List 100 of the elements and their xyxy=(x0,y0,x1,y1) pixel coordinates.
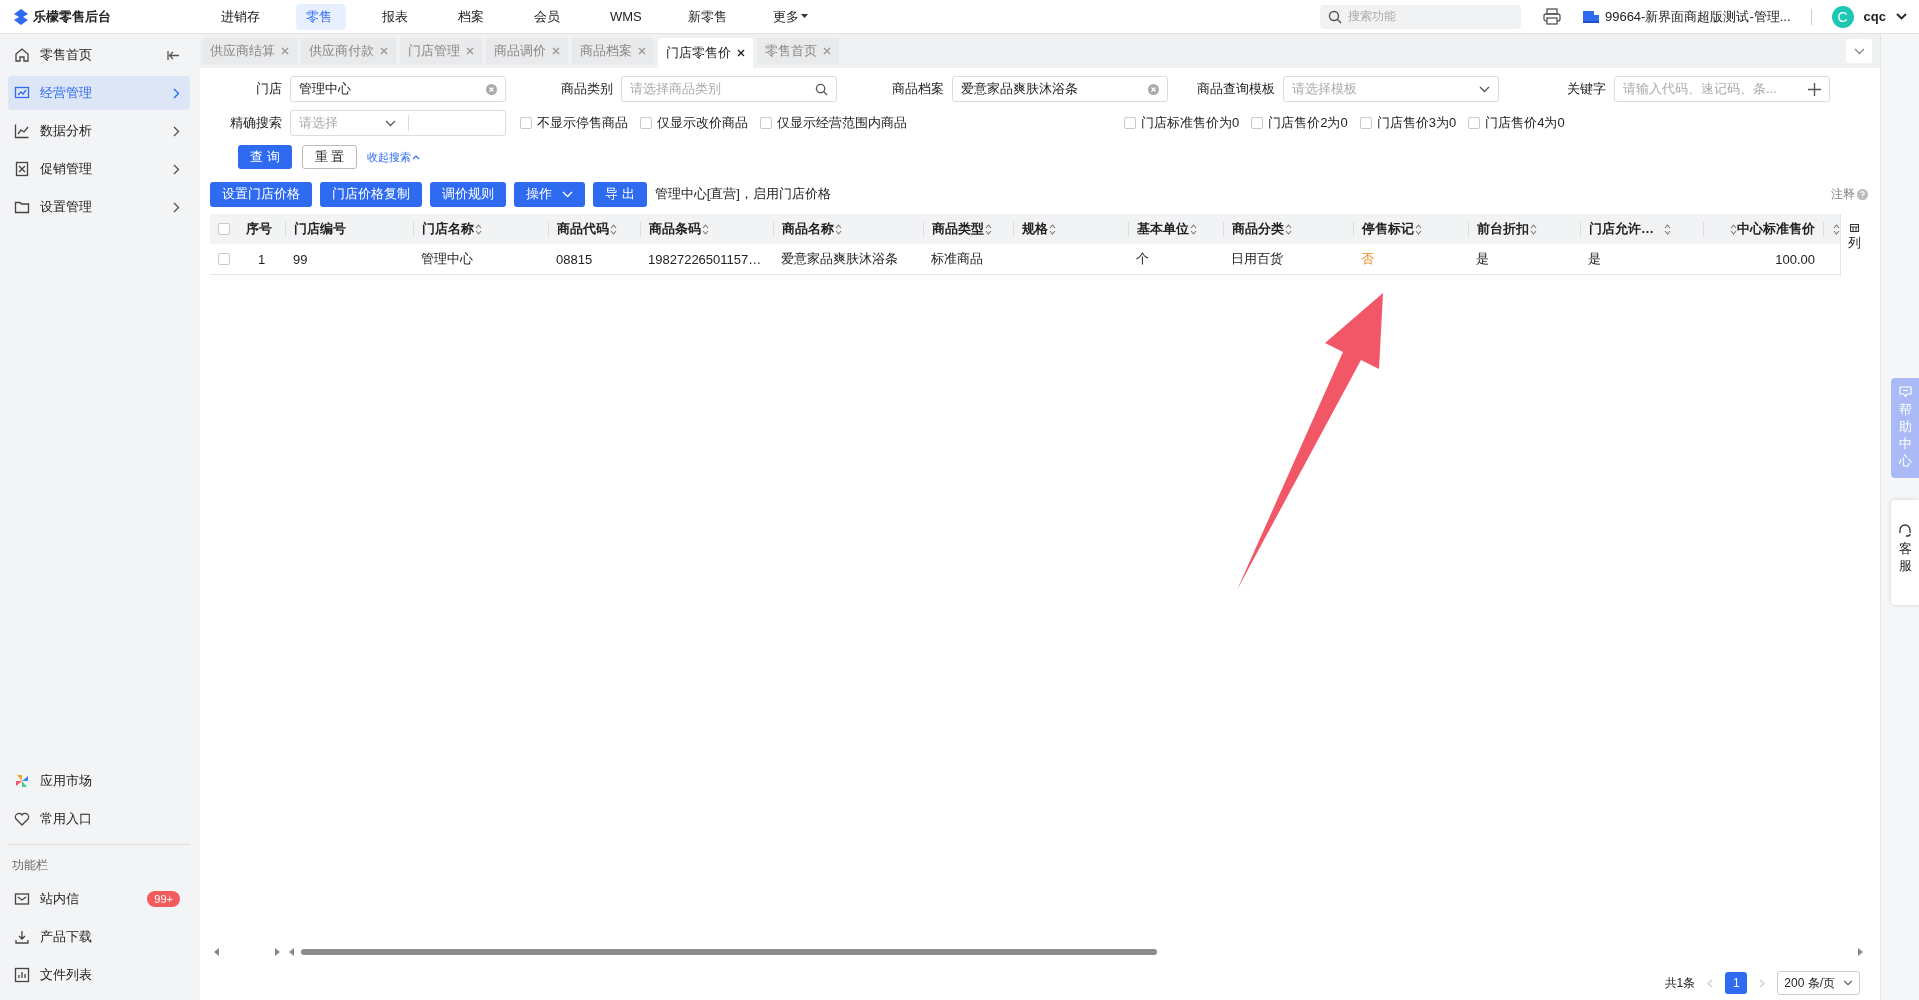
pinwheel-icon xyxy=(14,773,30,789)
sort-icon[interactable] xyxy=(1664,223,1671,235)
scroll-right-icon[interactable] xyxy=(1858,948,1864,956)
page-size-dropdown[interactable]: 200 条/页 xyxy=(1777,971,1860,995)
note-link[interactable]: 注释 xyxy=(1831,185,1868,203)
chevron-down-icon xyxy=(1843,980,1853,986)
nav-tab[interactable]: 零售 xyxy=(296,3,346,30)
download-icon xyxy=(14,929,30,945)
clear-icon[interactable] xyxy=(1148,83,1159,95)
collapse-sidebar-icon[interactable] xyxy=(167,49,180,61)
sidebar-shortcut[interactable]: 应用市场 xyxy=(8,764,190,798)
chevron-down-icon xyxy=(1479,85,1490,93)
nav-tab[interactable]: 档案 xyxy=(448,3,498,30)
filter-checkbox[interactable]: 仅显示改价商品 xyxy=(640,114,748,132)
bar-chart-icon xyxy=(14,967,30,983)
scrollbar-thumb[interactable] xyxy=(301,949,1157,955)
sort-icon[interactable] xyxy=(1190,223,1197,235)
dropdown-button[interactable]: 操作 xyxy=(514,181,585,207)
home-icon xyxy=(14,47,30,63)
collapse-search-link[interactable]: 收起搜索 xyxy=(367,149,421,165)
sidebar-item[interactable]: 经营管理 xyxy=(8,76,190,110)
scroll-right-icon[interactable] xyxy=(275,948,281,956)
receipt-icon xyxy=(14,161,30,177)
product-field[interactable]: 爱意家品爽肤沐浴条 xyxy=(952,76,1168,102)
column-settings-button[interactable]: 列 xyxy=(1840,214,1868,276)
sort-icon[interactable] xyxy=(835,223,842,235)
sidebar-item[interactable]: 零售首页 xyxy=(8,38,190,72)
clear-icon[interactable] xyxy=(486,83,497,95)
table-cell: 100.00 xyxy=(1775,251,1815,267)
field-label: 精确搜索 xyxy=(229,114,283,132)
printer-icon[interactable] xyxy=(1542,8,1561,25)
sidebar-tool[interactable]: 文件列表 xyxy=(8,958,190,992)
nav-tab[interactable]: 更多 xyxy=(762,3,818,30)
sidebar-shortcut[interactable]: 常用入口 xyxy=(8,802,190,836)
column-header: 中心标准售价 xyxy=(1737,220,1815,238)
chevron-down-icon xyxy=(1853,47,1865,55)
headset-icon xyxy=(1898,524,1912,537)
sort-icon[interactable] xyxy=(702,223,709,235)
column-header: 停售标记 xyxy=(1362,220,1414,238)
store-field[interactable]: 管理中心 xyxy=(290,76,506,102)
user-name[interactable]: cqc xyxy=(1863,9,1886,24)
sort-icon[interactable] xyxy=(1833,223,1840,235)
sort-icon[interactable] xyxy=(475,223,482,235)
nav-tab[interactable]: 报表 xyxy=(372,3,422,30)
chat-icon xyxy=(1898,386,1912,398)
action-button[interactable]: 调价规则 xyxy=(430,181,506,207)
nav-tab[interactable]: 新零售 xyxy=(677,3,737,30)
filter-checkbox[interactable]: 门店售价2为0 xyxy=(1251,114,1348,132)
search-icon[interactable] xyxy=(815,82,828,96)
query-button[interactable]: 查 询 xyxy=(238,145,292,169)
table-cell: 爱意家品爽肤沐浴条 xyxy=(781,250,898,268)
column-header: 商品条码 xyxy=(649,220,701,238)
table-cell: 08815 xyxy=(556,251,593,267)
close-icon[interactable] xyxy=(737,49,745,57)
action-button[interactable]: 设置门店价格 xyxy=(210,181,312,207)
scroll-left-icon[interactable] xyxy=(289,948,295,956)
chevron-right-icon xyxy=(173,201,180,213)
filter-checkbox[interactable]: 仅显示经营范围内商品 xyxy=(760,114,907,132)
row-checkbox[interactable] xyxy=(218,253,230,265)
table-cell: 是 xyxy=(1476,250,1489,268)
customer-service-tab[interactable]: 客服 xyxy=(1891,500,1919,605)
filter-checkbox[interactable]: 不显示停售商品 xyxy=(520,114,628,132)
plus-icon[interactable] xyxy=(1808,82,1821,96)
chevron-right-icon xyxy=(173,87,180,99)
filter-checkbox[interactable]: 门店售价3为0 xyxy=(1359,114,1457,132)
action-button[interactable]: 导 出 xyxy=(593,181,647,207)
table-cell: 日用百货 xyxy=(1231,250,1283,268)
filter-checkbox[interactable]: 门店标准售价为0 xyxy=(1124,114,1240,132)
sort-icon[interactable] xyxy=(1530,223,1537,235)
table-cell: 个 xyxy=(1136,250,1149,268)
page-tab[interactable]: 门店零售价 xyxy=(658,38,753,68)
sort-icon[interactable] xyxy=(985,223,992,235)
select-all-checkbox[interactable] xyxy=(218,223,230,235)
column-header: 前台折扣 xyxy=(1477,220,1529,238)
sort-icon[interactable] xyxy=(1049,223,1056,235)
table-cell: 99 xyxy=(293,251,308,267)
logo-icon xyxy=(14,8,28,25)
nav-tab[interactable]: WMS xyxy=(600,3,652,30)
page-number[interactable]: 1 xyxy=(1725,972,1748,994)
store-name[interactable]: 99664-新界面商超版测试-管理... xyxy=(1604,7,1791,26)
nav-tab[interactable]: 进销存 xyxy=(211,3,270,30)
chevron-up-icon xyxy=(412,154,421,160)
sidebar-item[interactable]: 数据分析 xyxy=(8,114,190,148)
action-button[interactable]: 门店价格复制 xyxy=(320,181,422,207)
sort-icon[interactable] xyxy=(1730,223,1737,235)
sidebar-tool[interactable]: 站内信 99+ xyxy=(8,882,190,916)
app-title: 乐檬零售后台 xyxy=(33,7,111,26)
sort-icon[interactable] xyxy=(1285,223,1292,235)
chevron-down-icon[interactable] xyxy=(1896,13,1907,20)
column-header: 商品类型 xyxy=(932,220,984,238)
sidebar-item[interactable]: 促销管理 xyxy=(8,152,190,186)
filter-checkbox[interactable]: 门店售价4为0 xyxy=(1468,114,1565,132)
sidebar-item[interactable]: 设置管理 xyxy=(8,190,190,224)
scroll-left-icon[interactable] xyxy=(214,948,220,956)
reset-button[interactable]: 重 置 xyxy=(301,145,358,169)
sort-icon[interactable] xyxy=(1415,223,1422,235)
sort-icon[interactable] xyxy=(610,223,617,235)
nav-tab[interactable]: 会员 xyxy=(524,3,574,30)
table-cell: 1 xyxy=(257,251,266,267)
sidebar-tool[interactable]: 产品下载 xyxy=(8,920,190,954)
